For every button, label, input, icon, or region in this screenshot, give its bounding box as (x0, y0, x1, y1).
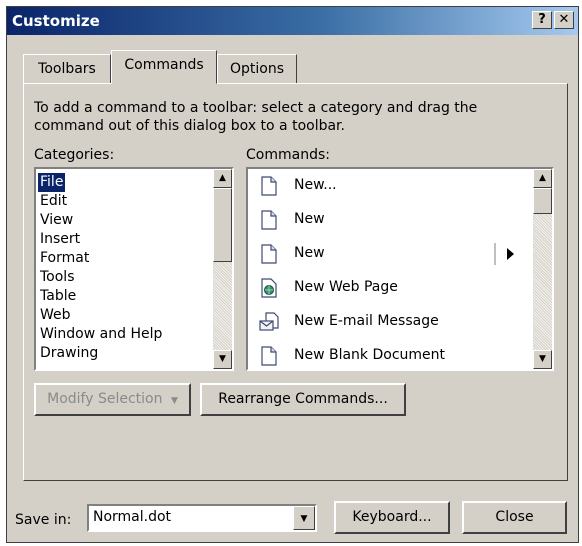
categories-scroll-thumb[interactable] (213, 188, 232, 262)
categories-scrollbar[interactable]: ▲ ▼ (213, 169, 232, 369)
email-message-icon (259, 312, 279, 331)
tab-commands-label: Commands (124, 57, 204, 73)
close-button[interactable]: Close (462, 501, 567, 534)
chevron-down-icon[interactable]: ▼ (293, 506, 315, 530)
web-page-icon (261, 278, 277, 298)
category-item[interactable]: Web (38, 306, 73, 325)
command-label: New Blank Document (294, 347, 446, 363)
close-window-button[interactable]: ✕ (554, 11, 574, 29)
dropdown-arrow-icon: ▼ (170, 396, 178, 406)
category-item[interactable]: Format (38, 249, 91, 268)
tab-toolbars[interactable]: Toolbars (23, 54, 111, 84)
save-in-label: Save in: (15, 512, 72, 528)
command-item[interactable]: New (248, 203, 533, 237)
category-item[interactable]: View (38, 211, 75, 230)
customize-dialog: Customize ? ✕ Toolbars Commands Options … (6, 6, 579, 543)
command-item[interactable]: New E-mail Message (248, 305, 533, 339)
window-title: Customize (12, 12, 100, 30)
category-item[interactable]: Insert (38, 230, 82, 249)
submenu-arrow-icon (494, 243, 514, 265)
save-in-value: Normal.dot (93, 509, 172, 525)
tab-toolbars-label: Toolbars (38, 61, 96, 77)
scroll-down-arrow-icon[interactable]: ▼ (533, 350, 552, 369)
command-label: New E-mail Message (294, 313, 439, 329)
command-item[interactable]: New... (248, 169, 533, 203)
category-item[interactable]: Drawing (38, 344, 100, 363)
category-item[interactable]: Edit (38, 192, 69, 211)
rearrange-commands-label: Rearrange Commands... (218, 391, 388, 407)
categories-label: Categories: (34, 147, 115, 163)
instructions-text: To add a command to a toolbar: select a … (34, 100, 478, 134)
command-label: New... (294, 177, 337, 193)
blank-document-icon (261, 176, 277, 196)
categories-list[interactable]: File Edit View Insert Format Tools Table… (34, 167, 234, 371)
help-button[interactable]: ? (532, 11, 552, 29)
tab-options[interactable]: Options (217, 54, 297, 84)
rearrange-commands-button[interactable]: Rearrange Commands... (200, 383, 406, 416)
category-item[interactable]: File (38, 173, 66, 192)
category-item[interactable]: Window and Help (38, 325, 164, 344)
command-label: New Web Page (294, 279, 398, 295)
close-label: Close (495, 509, 534, 525)
scroll-down-arrow-icon[interactable]: ▼ (213, 350, 232, 369)
modify-selection-label: Modify Selection (47, 391, 163, 407)
commands-list[interactable]: New... New New New Web Page New E-mail M… (246, 167, 554, 371)
command-item[interactable]: New (248, 237, 533, 271)
blank-document-icon (261, 244, 277, 264)
command-label: New (294, 211, 325, 227)
scroll-up-arrow-icon[interactable]: ▲ (213, 169, 232, 188)
tab-commands[interactable]: Commands (111, 50, 217, 84)
scroll-up-arrow-icon[interactable]: ▲ (533, 169, 552, 188)
keyboard-label: Keyboard... (352, 509, 432, 525)
command-item[interactable]: New Blank Document (248, 339, 533, 373)
blank-document-icon (261, 346, 277, 366)
command-label: New (294, 245, 325, 261)
save-in-dropdown[interactable]: Normal.dot ▼ (87, 504, 317, 532)
command-item[interactable]: New Web Page (248, 271, 533, 305)
title-bar[interactable]: Customize ? ✕ (7, 7, 578, 35)
keyboard-button[interactable]: Keyboard... (334, 501, 450, 534)
category-item[interactable]: Table (38, 287, 78, 306)
modify-selection-button[interactable]: Modify Selection ▼ (34, 383, 191, 416)
commands-scrollbar[interactable]: ▲ ▼ (533, 169, 552, 369)
category-item[interactable]: Tools (38, 268, 77, 287)
tab-options-label: Options (229, 61, 285, 77)
blank-document-icon (261, 210, 277, 230)
commands-scroll-thumb[interactable] (533, 188, 552, 214)
commands-label: Commands: (246, 147, 330, 163)
